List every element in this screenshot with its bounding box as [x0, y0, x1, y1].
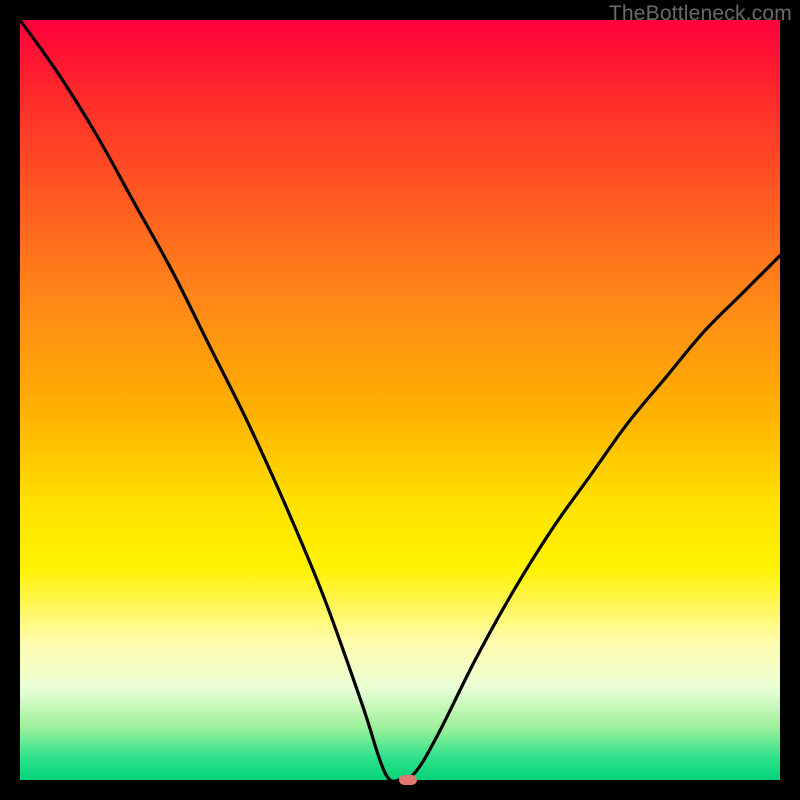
optimal-point-marker — [399, 775, 417, 785]
bottleneck-curve — [20, 20, 780, 780]
chart-container: TheBottleneck.com — [0, 0, 800, 800]
watermark-text: TheBottleneck.com — [609, 2, 792, 26]
